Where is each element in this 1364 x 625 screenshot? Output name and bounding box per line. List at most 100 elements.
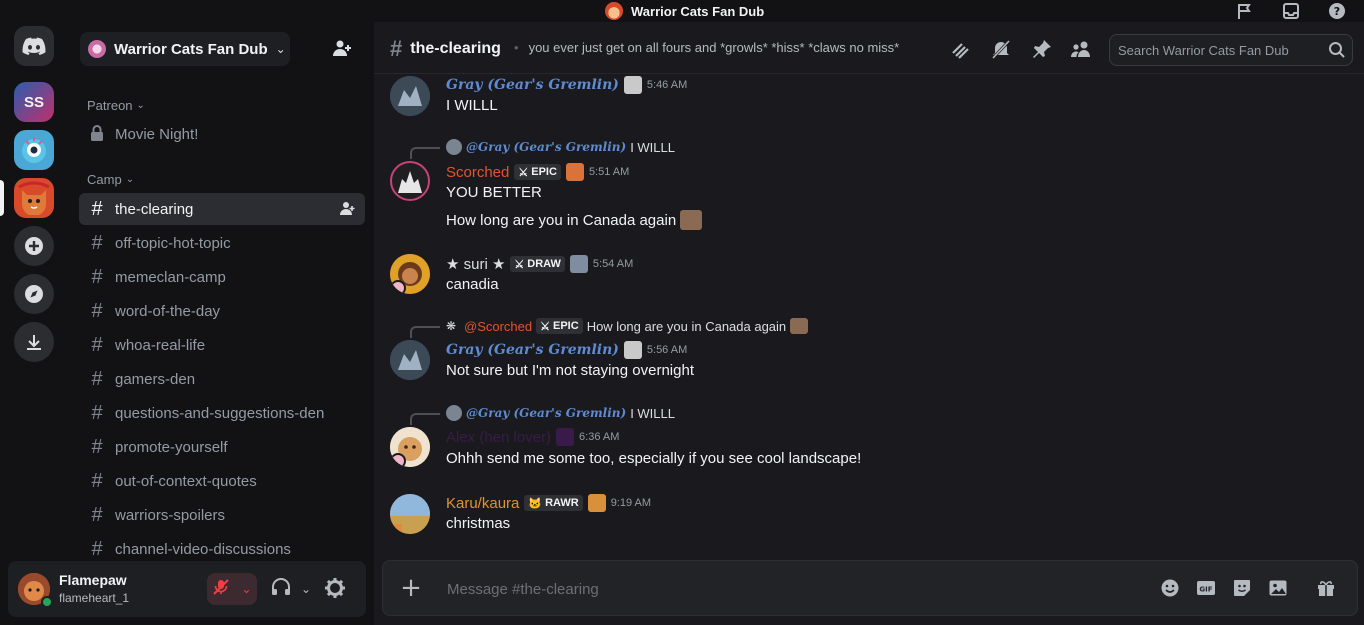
- reply-spine: [410, 326, 440, 338]
- message-text: I WILLL: [446, 97, 498, 114]
- guild-monster[interactable]: [14, 130, 54, 170]
- reply-text: I WILLL: [630, 405, 675, 421]
- reply-mention[interactable]: @Scorched: [464, 319, 532, 334]
- message-timestamp: 9:19 AM: [610, 497, 652, 509]
- channel-warriors-spoilers[interactable]: # warriors-spoilers: [79, 499, 365, 531]
- channel-title: # the-clearing: [390, 36, 501, 62]
- search-placeholder: Search Warrior Cats Fan Dub: [1118, 42, 1289, 58]
- discord-home-icon[interactable]: [14, 26, 54, 66]
- reply-mention[interactable]: @Gray (Gear's Gremlin): [466, 140, 626, 154]
- chevron-down-icon: ⌄: [136, 100, 145, 111]
- message-author[interactable]: Gray (Gear's Gremlin): [446, 77, 619, 93]
- hashtag-icon: #: [91, 402, 103, 424]
- image-icon[interactable]: [1268, 578, 1290, 600]
- channel-promote-yourself[interactable]: # promote-yourself: [79, 431, 365, 463]
- reply-mention[interactable]: @Gray (Gear's Gremlin): [466, 406, 626, 420]
- channel-questions-and-suggestions-den[interactable]: # questions-and-suggestions-den: [79, 397, 365, 429]
- channel-topic[interactable]: • you ever just get on all fours and *gro…: [514, 40, 899, 55]
- message-list: Gray (Gear's Gremlin) 5:46 AM I WILLL @G…: [374, 74, 1364, 562]
- chat-area: # the-clearing • you ever just get on all…: [374, 22, 1364, 625]
- headphones-icon: [271, 578, 291, 600]
- channel-whoa-real-life[interactable]: # whoa-real-life: [79, 329, 365, 361]
- flag-icon[interactable]: [1234, 0, 1256, 22]
- create-invite-icon[interactable]: [339, 200, 357, 218]
- category-camp[interactable]: Camp ⌄: [87, 172, 134, 187]
- lock-icon: [87, 124, 107, 144]
- role-tag: 🐱 RAWR: [524, 495, 583, 511]
- mute-button[interactable]: ⌄: [207, 573, 257, 605]
- reply-preview[interactable]: @Gray (Gear's Gremlin) I WILLL: [446, 139, 675, 155]
- role-tag-label: EPIC: [531, 166, 557, 178]
- active-guild-indicator: [0, 180, 4, 216]
- download-icon[interactable]: [14, 322, 54, 362]
- svg-text:GIF: GIF: [1199, 586, 1212, 594]
- threads-icon[interactable]: [950, 38, 972, 60]
- hashtag-icon: #: [91, 232, 103, 254]
- pinned-messages-icon[interactable]: [1031, 38, 1053, 60]
- gear-icon[interactable]: [324, 577, 348, 601]
- cat-emoji-icon: [587, 494, 606, 512]
- channel-memeclan-camp[interactable]: # memeclan-camp: [79, 261, 365, 293]
- message-timestamp: 5:46 AM: [646, 79, 688, 91]
- channel-movie-night[interactable]: Movie Night!: [79, 118, 365, 150]
- channel-label: whoa-real-life: [115, 336, 206, 354]
- category-patreon-label: Patreon: [87, 98, 133, 113]
- message-content: canadia: [446, 276, 499, 293]
- discover-icon[interactable]: [14, 274, 54, 314]
- avatar[interactable]: [390, 494, 430, 534]
- cat-emoji-icon: [623, 341, 642, 359]
- gif-icon[interactable]: GIF: [1196, 578, 1218, 600]
- gift-icon[interactable]: [1316, 578, 1338, 600]
- chevron-down-icon: ⌄: [275, 42, 286, 56]
- face-emoji-icon: [680, 210, 703, 230]
- avatar[interactable]: [390, 161, 430, 201]
- message-author[interactable]: Gray (Gear's Gremlin): [446, 342, 619, 358]
- avatar[interactable]: [390, 427, 430, 467]
- avatar[interactable]: [390, 76, 430, 116]
- message-content: YOU BETTER: [446, 184, 542, 201]
- attach-plus-icon[interactable]: +: [399, 575, 423, 601]
- member-list-icon[interactable]: [1070, 38, 1092, 60]
- channel-out-of-context-quotes[interactable]: # out-of-context-quotes: [79, 465, 365, 497]
- invite-people-icon[interactable]: [332, 38, 354, 60]
- channel-label: Movie Night!: [115, 125, 199, 143]
- inbox-icon[interactable]: [1280, 0, 1302, 22]
- message-author[interactable]: ★ suri ★: [446, 255, 505, 273]
- message-text: Ohhh send me some too, especially if you…: [446, 450, 862, 467]
- emoji-picker-icon[interactable]: [1160, 578, 1182, 600]
- channel-gamers-den[interactable]: # gamers-den: [79, 363, 365, 395]
- server-header[interactable]: Warrior Cats Fan Dub ⌄: [80, 32, 290, 66]
- channel-word-of-the-day[interactable]: # word-of-the-day: [79, 295, 365, 327]
- message-input[interactable]: [447, 578, 1147, 600]
- deafen-button[interactable]: ⌄: [266, 573, 316, 605]
- message-text: Not sure but I'm not staying overnight: [446, 362, 694, 379]
- category-patreon[interactable]: Patreon ⌄: [87, 98, 145, 113]
- message-header: Gray (Gear's Gremlin) 5:46 AM: [446, 76, 687, 94]
- role-tag-label: RAWR: [545, 497, 579, 509]
- avatar[interactable]: [390, 254, 430, 294]
- search-input[interactable]: Search Warrior Cats Fan Dub: [1109, 34, 1353, 66]
- add-server-button[interactable]: [14, 226, 54, 266]
- message-author[interactable]: Alex (hen lover): [446, 429, 551, 446]
- microphone-muted-icon: [212, 578, 230, 600]
- sword-icon: ⚔: [518, 166, 529, 179]
- channel-the-clearing[interactable]: # the-clearing: [79, 193, 365, 225]
- sticker-icon[interactable]: [1232, 578, 1254, 600]
- message-author[interactable]: Karu/kaura: [446, 495, 519, 512]
- channel-label: word-of-the-day: [115, 302, 221, 320]
- reply-preview[interactable]: @Gray (Gear's Gremlin) I WILLL: [446, 405, 675, 421]
- help-icon[interactable]: ?: [1326, 0, 1348, 22]
- avatar[interactable]: [390, 340, 430, 380]
- message-author[interactable]: Scorched: [446, 164, 509, 181]
- sword-icon: ⚔: [540, 320, 550, 333]
- role-tag: ⚔ EPIC: [536, 318, 583, 334]
- online-status-dot: [41, 596, 53, 608]
- reply-preview[interactable]: ❋ @Scorched ⚔ EPIC How long are you in Ca…: [446, 318, 809, 334]
- role-tag: ⚔ EPIC: [514, 164, 561, 180]
- channel-off-topic-hot-topic[interactable]: # off-topic-hot-topic: [79, 227, 365, 259]
- guild-ss[interactable]: SS: [14, 82, 54, 122]
- hashtag-icon: #: [390, 36, 403, 61]
- hashtag-icon: #: [91, 334, 103, 356]
- notification-muted-icon[interactable]: [990, 38, 1012, 60]
- guild-warrior-cats[interactable]: [14, 178, 54, 218]
